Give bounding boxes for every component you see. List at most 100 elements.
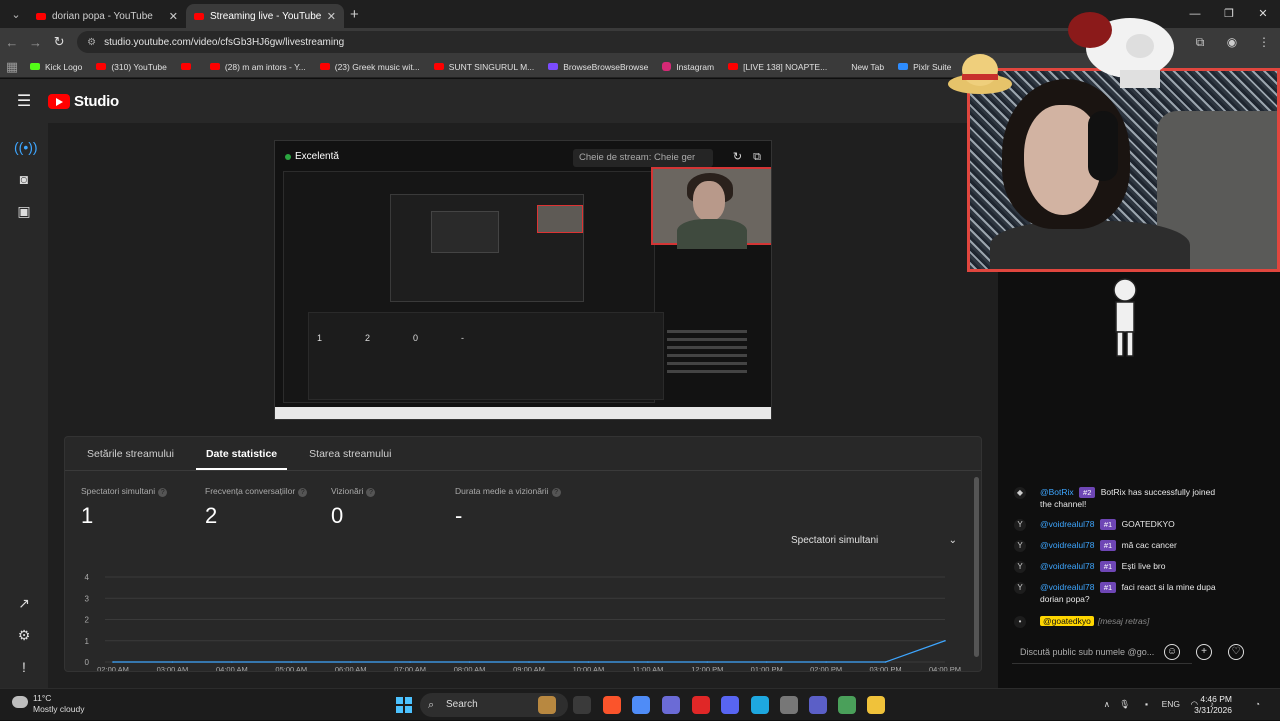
settings-gear-icon[interactable]: ⚙ [14, 625, 34, 645]
notifications-icon[interactable]: ◔ [1255, 699, 1260, 709]
calendar-icon[interactable]: ▣ [14, 201, 34, 221]
windows-start-icon[interactable] [396, 697, 412, 713]
open-external-icon[interactable]: ↗ [14, 593, 34, 613]
profile-icon[interactable]: ◉ [1216, 35, 1248, 50]
preview-webcam [651, 167, 771, 249]
nested-capture-inner [431, 211, 499, 253]
data-point [112, 661, 114, 663]
copy-icon[interactable]: ⧉ [753, 151, 761, 163]
x-tick-label: 06:00 AM [335, 665, 367, 672]
tray-expand-icon[interactable]: ∧ [1104, 699, 1110, 710]
discord-icon[interactable] [721, 696, 739, 714]
help-icon[interactable]: ? [551, 488, 561, 497]
heart-icon[interactable]: ♡ [1228, 644, 1244, 660]
weather-widget[interactable]: 11°C Mostly cloudy [12, 693, 85, 715]
preview-taskbar [275, 407, 771, 419]
bookmark-sunt-singurul[interactable]: SUNT SINGURUL M... [433, 62, 534, 72]
minimize-icon[interactable]: — [1178, 0, 1212, 28]
extensions-icon[interactable]: ⧉ [1184, 35, 1216, 50]
site-info-icon[interactable]: ⚙ [87, 37, 96, 48]
record-app-icon[interactable] [692, 696, 710, 714]
chrome-icon[interactable] [751, 696, 769, 714]
tab-close-icon[interactable]: ✕ [327, 10, 336, 23]
tab-search-chevron-icon[interactable]: ⌄ [4, 4, 28, 24]
member-badge: #1 [1099, 582, 1117, 593]
scrollbar[interactable] [974, 477, 979, 657]
camera-tray-icon[interactable]: ▪ [1145, 699, 1148, 709]
mic-icon[interactable]: 🎙 [1119, 699, 1130, 710]
x-tick-label: 07:00 AM [394, 665, 426, 672]
data-point [944, 639, 946, 642]
nested-stat-1: 1 [317, 333, 323, 343]
calculator-icon[interactable] [780, 696, 798, 714]
x-tick-label: 09:00 AM [513, 665, 545, 672]
metric-views: Vizionări? 0 [331, 486, 376, 529]
file-explorer-icon[interactable] [867, 696, 885, 714]
member-badge: #1 [1099, 540, 1117, 551]
copilot-icon[interactable] [632, 696, 650, 714]
preview-screen-capture: 1 2 0 - [283, 171, 664, 403]
forward-icon[interactable]: → [24, 35, 48, 50]
emoji-icon[interactable]: ☺ [1164, 644, 1180, 660]
left-rail: ((•)) ◙ ▣ ↗ ⚙ ! [0, 123, 48, 688]
feedback-icon[interactable]: ! [14, 657, 34, 677]
metric-dropdown[interactable]: Spectatori simultani ⌄ [791, 529, 957, 551]
pixlr-icon [898, 63, 909, 70]
bookmark-instagram[interactable]: Instagram [662, 62, 714, 72]
stream-icon[interactable]: ((•)) [14, 137, 38, 157]
bookmark-browse[interactable]: BrowseBrowseBrowse [548, 62, 648, 72]
add-icon[interactable]: + [1196, 644, 1212, 660]
language-indicator[interactable]: ENG [1162, 699, 1180, 709]
tab-stream-settings[interactable]: Setările streamului [77, 437, 184, 470]
widget-app-icon[interactable] [538, 696, 556, 714]
stream-key-select[interactable]: Cheie de stream: Cheie ger [573, 149, 713, 167]
y-tick-label: 1 [85, 637, 90, 646]
tab-analytics[interactable]: Date statistice [195, 437, 288, 470]
hamburger-menu-icon[interactable]: ☰ [0, 91, 48, 111]
refresh-icon[interactable]: ↻ [733, 151, 742, 163]
bookmark-greek-music[interactable]: (23) Greek music wit... [319, 62, 420, 72]
tab-close-icon[interactable]: ✕ [169, 10, 178, 23]
camera-icon[interactable]: ◙ [14, 169, 34, 189]
botrix-avatar: ◆ [1014, 487, 1026, 499]
tab-stream-health[interactable]: Starea streamului [299, 437, 401, 470]
bookmark-new-tab[interactable]: New Tab [851, 62, 884, 72]
bookmark-kick[interactable]: Kick Logo [30, 62, 82, 72]
app-icon[interactable] [662, 696, 680, 714]
viewers-chart-svg: 4 3 2 1 0 02:00 AM 03:00 AM 04:00 AM 05:00 AM 06:… [85, 573, 962, 672]
back-icon[interactable]: ← [0, 35, 24, 50]
bookmark-youtube-2[interactable] [180, 63, 196, 70]
teams-icon[interactable] [809, 696, 827, 714]
app-v-icon[interactable] [838, 696, 856, 714]
help-icon[interactable]: ? [298, 488, 308, 497]
maximize-icon[interactable]: ❐ [1212, 0, 1246, 28]
menu-dots-icon[interactable]: ⋮ [1248, 35, 1280, 50]
browser-tab-1[interactable]: dorian popa - YouTube ✕ [28, 4, 186, 28]
url-text: studio.youtube.com/video/cfsGb3HJ6gw/liv… [104, 36, 345, 48]
windows-taskbar: 11°C Mostly cloudy ⌕ Search ∧ 🎙 ▪ ENG ◠ … [0, 688, 1280, 720]
clock[interactable]: 4:46 PM 3/31/2026 [1194, 694, 1232, 716]
reload-icon[interactable]: ↻ [47, 34, 71, 50]
stream-preview[interactable]: 1 2 0 - Excelentă Cheie de stream: Cheie… [274, 140, 772, 420]
task-view-icon[interactable] [573, 696, 591, 714]
anime-character-sticker-icon [1068, 12, 1174, 88]
help-icon[interactable]: ? [366, 488, 376, 497]
apps-grid-icon[interactable]: ▦ [0, 59, 24, 75]
avatar: Y [1014, 561, 1026, 573]
x-tick-label: 04:00 PM [929, 665, 961, 672]
x-tick-label: 05:00 AM [275, 665, 307, 672]
bookmark-live-138[interactable]: [LIVE 138] NOAPTE... [728, 62, 827, 72]
close-window-icon[interactable]: ✕ [1246, 0, 1280, 28]
youtube-logo-icon [48, 93, 70, 109]
bookmark-m-am-intors[interactable]: (28) m am intors - Y... [209, 62, 306, 72]
x-tick-label: 11:00 AM [632, 665, 663, 672]
brave-icon[interactable] [603, 696, 621, 714]
health-dot-icon [285, 153, 291, 160]
browser-tab-2[interactable]: Streaming live - YouTube Studi ✕ [186, 4, 344, 28]
new-tab-button[interactable]: + [350, 6, 359, 23]
bookmark-youtube[interactable]: (310) YouTube [96, 62, 167, 72]
studio-logo[interactable]: Studio [48, 93, 119, 110]
data-point [231, 661, 233, 663]
help-icon[interactable]: ? [158, 488, 168, 497]
metric-avg-view-duration: Durata medie a vizionării? - [455, 486, 561, 529]
